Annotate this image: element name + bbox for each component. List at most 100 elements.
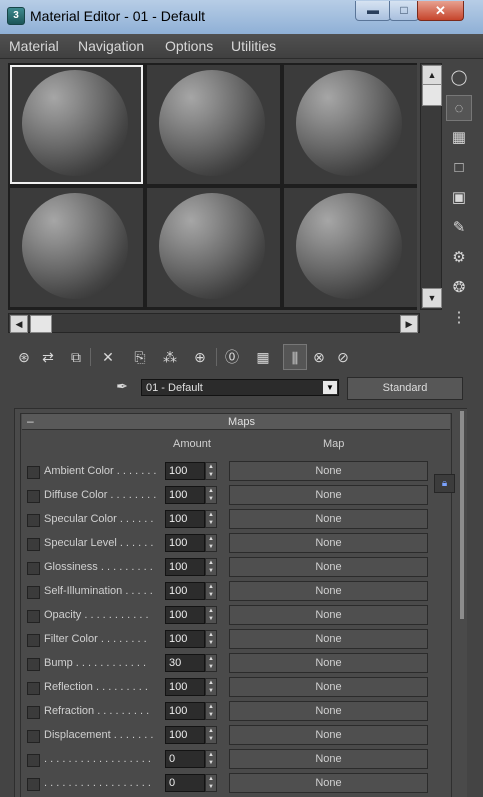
amount-spinner[interactable]: ▲ ▼ (205, 630, 217, 648)
go-forward-to-sibling-icon[interactable]: ⊘ (331, 344, 355, 370)
slots-vertical-scrollbar[interactable]: ▲ ▼ (420, 63, 442, 310)
show-end-result-icon[interactable]: ⫼ (283, 344, 307, 370)
amount-spinner[interactable]: ▲ ▼ (205, 606, 217, 624)
sample-slot-6[interactable] (284, 188, 417, 307)
amount-spinner[interactable]: ▲ ▼ (205, 582, 217, 600)
map-button[interactable]: None (229, 701, 428, 721)
menu-material[interactable]: Material (9, 38, 59, 54)
scroll-right-icon[interactable]: ▶ (400, 315, 418, 333)
map-amount-input[interactable]: 100 (165, 462, 205, 480)
reset-map-icon[interactable]: ✕ (96, 344, 120, 370)
amount-spinner[interactable]: ▲ ▼ (205, 750, 217, 768)
material-map-navigator-icon[interactable]: ⋮ (446, 305, 472, 331)
map-button[interactable]: None (229, 653, 428, 673)
scroll-left-icon[interactable]: ◀ (10, 315, 28, 333)
map-amount-input[interactable]: 100 (165, 630, 205, 648)
sample-type-sphere-icon[interactable]: ◯ (446, 65, 472, 91)
map-enable-checkbox[interactable] (27, 562, 40, 575)
map-amount-input[interactable]: 100 (165, 606, 205, 624)
map-amount-input[interactable]: 100 (165, 486, 205, 504)
map-enable-checkbox[interactable] (27, 754, 40, 767)
map-button[interactable]: None (229, 629, 428, 649)
sample-slot-2[interactable] (147, 65, 280, 184)
map-button[interactable]: None (229, 485, 428, 505)
select-by-material-icon[interactable]: ❂ (446, 275, 472, 301)
amount-spinner[interactable]: ▲ ▼ (205, 510, 217, 528)
eyedropper-icon[interactable]: ✒ (112, 378, 132, 398)
material-options-icon[interactable]: ⚙ (446, 245, 472, 271)
sample-slot-3[interactable] (284, 65, 417, 184)
map-button[interactable]: None (229, 677, 428, 697)
scroll-up-icon[interactable]: ▲ (422, 65, 442, 85)
map-button[interactable]: None (229, 725, 428, 745)
map-enable-checkbox[interactable] (27, 778, 40, 791)
amount-spinner[interactable]: ▲ ▼ (205, 654, 217, 672)
map-enable-checkbox[interactable] (27, 466, 40, 479)
sample-slot-4[interactable] (10, 188, 143, 307)
make-material-copy-icon[interactable]: ⎘ (128, 344, 152, 370)
map-enable-checkbox[interactable] (27, 538, 40, 551)
scroll-thumb[interactable] (422, 84, 442, 106)
scroll-down-icon[interactable]: ▼ (422, 288, 442, 308)
map-enable-checkbox[interactable] (27, 658, 40, 671)
map-amount-input[interactable]: 100 (165, 534, 205, 552)
make-unique-icon[interactable]: ⁂ (158, 344, 182, 370)
amount-spinner[interactable]: ▲ ▼ (205, 534, 217, 552)
material-type-button[interactable]: Standard (347, 377, 463, 400)
amount-spinner[interactable]: ▲ ▼ (205, 678, 217, 696)
map-button[interactable]: None (229, 773, 428, 793)
background-checker-icon[interactable]: ▦ (446, 125, 472, 151)
map-amount-input[interactable]: 100 (165, 702, 205, 720)
map-button[interactable]: None (229, 509, 428, 529)
show-map-in-viewport-icon[interactable]: ▦ (251, 344, 275, 370)
map-enable-checkbox[interactable] (27, 490, 40, 503)
map-button[interactable]: None (229, 557, 428, 577)
menu-options[interactable]: Options (165, 38, 213, 54)
scroll-thumb[interactable] (30, 315, 52, 333)
map-amount-input[interactable]: 100 (165, 726, 205, 744)
map-amount-input[interactable]: 100 (165, 558, 205, 576)
map-amount-input[interactable]: 0 (165, 750, 205, 768)
video-color-check-icon[interactable]: ▣ (446, 185, 472, 211)
put-to-library-icon[interactable]: ⊕ (188, 344, 212, 370)
map-enable-checkbox[interactable] (27, 682, 40, 695)
material-name-field[interactable]: 01 - Default ▼ (141, 379, 339, 396)
get-material-icon[interactable]: ⊛ (12, 344, 36, 370)
amount-spinner[interactable]: ▲ ▼ (205, 702, 217, 720)
map-button[interactable]: None (229, 461, 428, 481)
app-icon[interactable]: 3 (7, 7, 25, 25)
map-enable-checkbox[interactable] (27, 730, 40, 743)
close-button[interactable]: ✕ (417, 1, 464, 21)
map-amount-input[interactable]: 100 (165, 582, 205, 600)
map-button[interactable]: None (229, 749, 428, 769)
map-amount-input[interactable]: 0 (165, 774, 205, 792)
map-button[interactable]: None (229, 533, 428, 553)
map-amount-input[interactable]: 30 (165, 654, 205, 672)
map-amount-input[interactable]: 100 (165, 510, 205, 528)
material-id-channel-icon[interactable]: ⓪ (220, 344, 244, 370)
amount-spinner[interactable]: ▲ ▼ (205, 462, 217, 480)
map-button[interactable]: None (229, 605, 428, 625)
sample-slot-5[interactable] (147, 188, 280, 307)
map-enable-checkbox[interactable] (27, 514, 40, 527)
make-preview-icon[interactable]: ✎ (446, 215, 472, 241)
put-material-to-scene-icon[interactable]: ⇄ (36, 344, 60, 370)
maximize-button[interactable]: □ (389, 1, 419, 21)
amount-spinner[interactable]: ▲ ▼ (205, 726, 217, 744)
map-enable-checkbox[interactable] (27, 634, 40, 647)
map-enable-checkbox[interactable] (27, 706, 40, 719)
chevron-down-icon[interactable]: ▼ (323, 381, 337, 394)
amount-spinner[interactable]: ▲ ▼ (205, 486, 217, 504)
slots-horizontal-scrollbar[interactable]: ◀ ▶ (8, 313, 420, 333)
go-to-parent-icon[interactable]: ⊗ (307, 344, 331, 370)
backlight-icon[interactable]: ◌ (446, 95, 472, 121)
sample-uv-tiling-icon[interactable]: □ (446, 155, 472, 181)
amount-spinner[interactable]: ▲ ▼ (205, 774, 217, 792)
menu-navigation[interactable]: Navigation (78, 38, 144, 54)
minimize-button[interactable]: ▬ (355, 1, 391, 21)
map-button[interactable]: None (229, 581, 428, 601)
map-amount-input[interactable]: 100 (165, 678, 205, 696)
menu-utilities[interactable]: Utilities (231, 38, 276, 54)
sample-slot-1[interactable] (10, 65, 143, 184)
map-enable-checkbox[interactable] (27, 586, 40, 599)
